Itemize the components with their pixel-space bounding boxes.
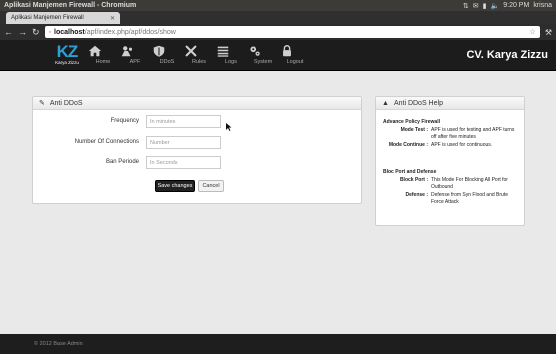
form-row-ban-periode: Ban Periode In Seconds bbox=[33, 156, 363, 169]
help-title: Anti DDoS Help bbox=[393, 99, 443, 107]
nav-home[interactable]: Home bbox=[88, 44, 118, 65]
help-section-title: Advance Policy Firewall bbox=[383, 119, 440, 125]
help-panel-header: ▲ Anti DDoS Help bbox=[376, 97, 524, 110]
home-icon bbox=[88, 45, 102, 57]
help-item: Mode Continue : APF is used for continuo… bbox=[383, 142, 517, 149]
volume-icon[interactable]: 🔈 bbox=[491, 2, 500, 10]
brand-mark: KZ bbox=[56, 42, 79, 61]
warning-icon: ▲ bbox=[382, 99, 389, 107]
shield-icon bbox=[153, 45, 165, 57]
window-title: Aplikasi Manjemen Firewall - Chromium bbox=[4, 2, 137, 9]
connections-label: Number Of Connections bbox=[74, 139, 139, 145]
battery-icon[interactable]: ▮ bbox=[483, 2, 487, 10]
address-bar[interactable]: ▫ localhost/apf/index.php/apf/ddos/show … bbox=[44, 26, 540, 38]
save-button[interactable]: Save changes bbox=[155, 180, 195, 192]
ban-periode-input[interactable]: In Seconds bbox=[146, 156, 221, 169]
nav-system-label: System bbox=[253, 59, 273, 65]
help-key: Defense : bbox=[405, 192, 428, 198]
form-row-frequency: Frequency In minutes bbox=[33, 115, 363, 128]
help-section-apf: Advance Policy Firewall Mode Test : APF … bbox=[383, 119, 517, 151]
main-nav: Home APF DDoS Rules Logs System Logout bbox=[88, 44, 312, 65]
clock[interactable]: 9:20 PM bbox=[503, 2, 529, 9]
help-value: Defense from Syn Flood and Brute Force A… bbox=[431, 192, 508, 205]
help-value: This Mode For Blocking All Port for Outb… bbox=[431, 177, 508, 190]
help-section-block-port: Bloc Port and Defense Block Port : This … bbox=[383, 169, 517, 207]
list-icon bbox=[217, 46, 229, 57]
form-row-connections: Number Of Connections Number bbox=[33, 136, 363, 149]
help-key: Block Port : bbox=[399, 177, 428, 183]
user-name[interactable]: krisna bbox=[533, 2, 552, 9]
forward-icon[interactable]: → bbox=[18, 27, 27, 37]
nav-ddos-label: DDoS bbox=[159, 59, 175, 65]
nav-logout[interactable]: Logout bbox=[280, 44, 310, 65]
system-tray: ⇅ ✉ ▮ 🔈 9:20 PM krisna bbox=[463, 2, 552, 10]
company-name: CV. Karya Zizzu bbox=[466, 49, 548, 61]
frequency-input[interactable]: In minutes bbox=[146, 115, 221, 128]
nav-logs[interactable]: Logs bbox=[216, 44, 246, 65]
nav-ddos[interactable]: DDoS bbox=[152, 44, 182, 65]
frequency-label: Frequency bbox=[110, 118, 139, 124]
brand-logo[interactable]: KZ Karya Zizzu bbox=[50, 43, 84, 68]
browser-toolbar: ← → ↻ ▫ localhost/apf/index.php/apf/ddos… bbox=[0, 24, 556, 40]
ban-periode-label: Ban Periode bbox=[105, 159, 139, 165]
mouse-cursor-icon bbox=[226, 123, 232, 131]
apf-icon bbox=[121, 46, 133, 57]
mail-icon[interactable]: ✉ bbox=[473, 2, 479, 10]
nav-system[interactable]: System bbox=[248, 44, 278, 65]
rules-icon bbox=[185, 45, 197, 57]
brand-subtitle: Karya Zizzu bbox=[55, 60, 79, 65]
nav-apf[interactable]: APF bbox=[120, 44, 150, 65]
nav-home-label: Home bbox=[95, 59, 111, 65]
url-host: localhost bbox=[54, 28, 85, 36]
help-key: Mode Test : bbox=[400, 127, 428, 133]
close-icon[interactable]: ✕ bbox=[110, 15, 115, 22]
help-item: Mode Test : APF is used for testing and … bbox=[383, 127, 517, 140]
os-top-bar: Aplikasi Manjemen Firewall - Chromium ⇅ … bbox=[0, 0, 556, 11]
bookmark-star-icon[interactable]: ☆ bbox=[530, 28, 536, 36]
page-icon: ▫ bbox=[48, 28, 52, 36]
panel-title: Anti DDoS bbox=[49, 99, 83, 107]
anti-ddos-panel: ✎ Anti DDoS Frequency In minutes Number … bbox=[32, 96, 362, 204]
wrench-icon: ✎ bbox=[39, 100, 45, 107]
network-icon[interactable]: ⇅ bbox=[463, 2, 469, 10]
nav-apf-label: APF bbox=[129, 59, 141, 65]
help-key: Mode Continue : bbox=[388, 142, 428, 148]
back-icon[interactable]: ← bbox=[4, 27, 13, 37]
help-item: Block Port : This Mode For Blocking All … bbox=[383, 177, 517, 190]
help-value: APF is used for testing and APF turns of… bbox=[431, 127, 515, 140]
browser-tab[interactable]: Aplikasi Manjemen Firewall ✕ bbox=[6, 12, 120, 24]
tab-title: Aplikasi Manjemen Firewall bbox=[11, 15, 84, 21]
help-value: APF is used for continuous. bbox=[431, 142, 493, 148]
lock-icon bbox=[283, 45, 291, 57]
footer-text: © 2012 Base Admin bbox=[34, 341, 83, 347]
url-path: /apf/index.php/apf/ddos/show bbox=[84, 28, 176, 36]
help-item: Defense : Defense from Syn Flood and Bru… bbox=[383, 192, 517, 205]
connections-input[interactable]: Number bbox=[146, 136, 221, 149]
nav-rules[interactable]: Rules bbox=[184, 44, 214, 65]
gears-icon bbox=[250, 46, 260, 56]
nav-rules-label: Rules bbox=[191, 59, 207, 65]
tab-strip: Aplikasi Manjemen Firewall ✕ bbox=[0, 11, 556, 24]
anti-ddos-help-panel: ▲ Anti DDoS Help Advance Policy Firewall… bbox=[375, 96, 525, 226]
wrench-menu-icon[interactable]: ⚒ bbox=[545, 28, 552, 37]
cancel-button[interactable]: Cancel bbox=[198, 180, 224, 192]
app-navbar: KZ Karya Zizzu Home APF DDoS Rules Logs … bbox=[0, 40, 556, 71]
nav-logout-label: Logout bbox=[286, 59, 304, 65]
reload-icon[interactable]: ↻ bbox=[32, 27, 40, 38]
page-footer: © 2012 Base Admin bbox=[0, 334, 556, 354]
nav-logs-label: Logs bbox=[225, 59, 237, 65]
help-section-title: Bloc Port and Defense bbox=[383, 169, 437, 175]
panel-header: ✎ Anti DDoS bbox=[33, 97, 361, 110]
